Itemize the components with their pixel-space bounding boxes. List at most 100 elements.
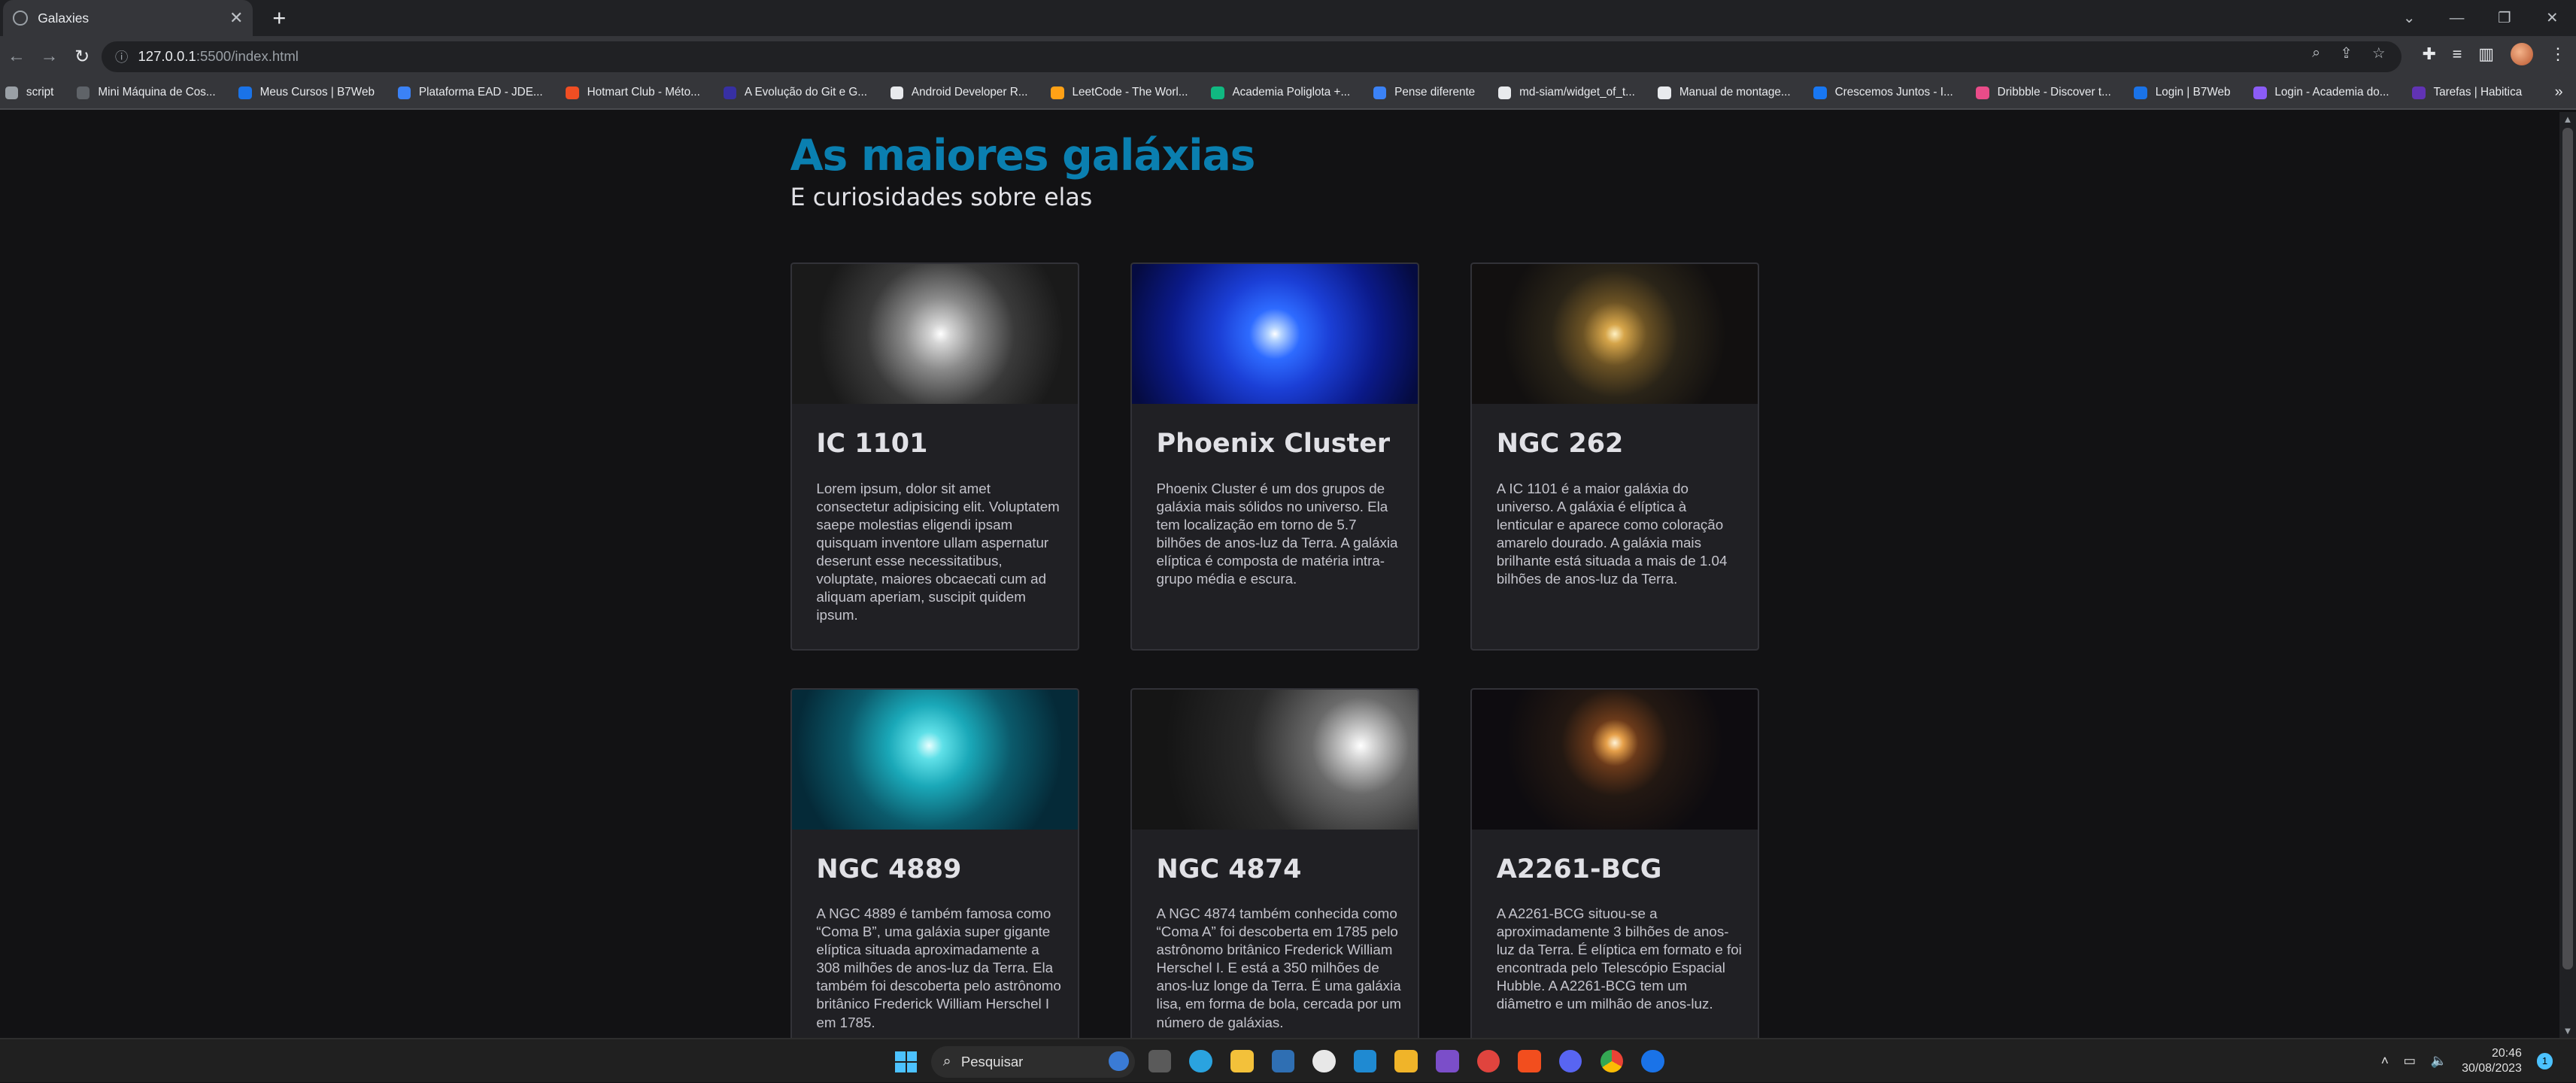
bookmark-item[interactable]: Pense diferente [1373,86,1475,100]
bookmark-favicon-icon [723,86,736,100]
volume-icon[interactable]: 🔈 [2431,1053,2447,1069]
bookmark-item[interactable]: Crescemos Juntos - I... [1813,86,1953,100]
bookmark-favicon-icon [1497,86,1512,100]
galaxy-card: NGC 4874 A NGC 4874 também conhecida com… [1130,688,1420,1039]
tab-title: Galaxies [38,10,90,26]
bookmark-item[interactable]: Hotmart Club - Méto... [566,86,700,100]
tray-overflow-icon[interactable]: ˄ [2381,1053,2389,1069]
bookmark-item[interactable]: Login - Academia do... [2253,86,2389,100]
scroll-down-icon[interactable]: ▼ [2562,1025,2572,1036]
bookmark-favicon-icon [1658,86,1671,100]
scroll-up-icon[interactable]: ▲ [2562,114,2572,125]
galaxy-card: IC 1101 Lorem ipsum, dolor sit amet cons… [790,262,1080,651]
vscode-icon[interactable] [1353,1049,1377,1073]
todo-icon[interactable] [1476,1049,1500,1073]
reading-list-icon[interactable]: ≡ [2453,44,2462,64]
telegram-icon[interactable] [1189,1049,1212,1073]
app-icon[interactable] [1312,1049,1336,1073]
menu-icon[interactable]: ⋮ [2550,44,2566,64]
bookmark-star-icon[interactable]: ☆ [2372,44,2386,62]
browser-tab[interactable]: Galaxies ✕ [3,0,253,37]
galaxy-description: Lorem ipsum, dolor sit amet consectetur … [816,480,1060,623]
restore-icon[interactable]: ❐ [2480,9,2528,27]
galaxy-image [1131,690,1418,830]
galaxy-name: IC 1101 [816,428,928,459]
clock-time: 20:46 [2492,1047,2522,1060]
chrome-icon[interactable] [1600,1049,1624,1073]
close-window-icon[interactable]: ✕ [2529,9,2576,27]
scrollbar-thumb[interactable] [2562,128,2573,969]
bookmark-favicon-icon [1813,86,1827,100]
minimize-icon[interactable]: — [2433,10,2480,27]
display-icon[interactable]: ▭ [2404,1053,2417,1069]
share-icon[interactable]: ⇪ [2340,44,2352,62]
bookmark-item[interactable]: script [5,86,53,100]
bookmark-favicon-icon [1211,86,1224,100]
discord-icon[interactable] [1558,1049,1582,1073]
bookmark-favicon-icon [1051,86,1064,100]
galaxy-card: A2261-BCG A A2261-BCG situou-se a aproxi… [1470,688,1760,1039]
tab-search-icon[interactable]: ⌄ [2386,9,2433,27]
galaxy-name: NGC 4889 [816,854,962,884]
page-title: As maiores galáxias [790,130,1256,180]
bookmark-item[interactable]: md-siam/widget_of_t... [1497,86,1635,100]
url-host: 127.0.0.1 [138,48,196,65]
galaxy-name: Phoenix Cluster [1156,428,1391,459]
bookmark-favicon-icon [1373,86,1387,100]
bookmark-item[interactable]: LeetCode - The Worl... [1051,86,1188,100]
bookmark-item[interactable]: A Evolução do Git e G... [723,86,867,100]
browser-tab-strip: Galaxies ✕ + ⌄ — ❐ ✕ [0,0,2576,37]
bookmark-favicon-icon [77,86,90,100]
bookmark-item[interactable]: Login | B7Web [2134,86,2230,100]
side-panel-icon[interactable]: ▥ [2478,44,2494,64]
close-tab-icon[interactable]: ✕ [229,8,243,28]
url-path: :5500/index.html [196,48,299,65]
figma-icon[interactable] [1518,1049,1541,1073]
site-info-icon[interactable]: ⓘ [115,47,128,66]
task-view-icon[interactable] [1148,1049,1172,1073]
notification-badge[interactable]: 1 [2536,1052,2553,1069]
windows-start-icon[interactable] [895,1051,917,1073]
bookmark-item[interactable]: Tarefas | Habitica [2412,86,2522,100]
bookmark-item[interactable]: Mini Máquina de Cos... [77,86,216,100]
forward-icon[interactable]: → [33,46,66,67]
file-explorer-icon[interactable] [1230,1049,1254,1073]
page-scrollbar[interactable]: ▲ ▼ [2559,111,2576,1039]
search-icon: ⌕ [942,1053,951,1070]
bookmark-favicon-icon [2253,86,2267,100]
address-bar[interactable]: ⓘ 127.0.0.1:5500/index.html ⌕ ⇪ ☆ [102,41,2402,73]
bookmark-favicon-icon [566,86,579,100]
system-tray: ˄ ▭ 🔈 20:46 30/08/2023 1 [2381,1046,2553,1075]
taskbar-search[interactable]: ⌕ Pesquisar [931,1046,1136,1078]
sketch-icon[interactable] [1394,1049,1418,1073]
bookmark-favicon-icon [238,86,252,100]
extensions-icon[interactable]: ✚ [2422,44,2435,64]
more-bookmarks-icon[interactable]: » [2555,83,2563,101]
powershell-icon[interactable] [1271,1049,1295,1073]
visual-studio-icon[interactable] [1436,1049,1459,1073]
galaxy-description: A A2261-BCG situou-se a aproximadamente … [1496,906,1742,1012]
bing-icon[interactable] [1109,1051,1129,1071]
firefox-icon[interactable] [1641,1049,1664,1073]
new-tab-button[interactable]: + [266,5,293,32]
bookmark-item[interactable]: Academia Poliglota +... [1211,86,1350,100]
globe-icon [13,11,29,26]
page-viewport: As maiores galáxias E curiosidades sobre… [0,111,2560,1039]
profile-avatar[interactable] [2510,42,2534,66]
os-taskbar: ⌕ Pesquisar ˄ ▭ 🔈 20:46 30/08/2023 1 [0,1038,2576,1083]
galaxy-image [791,264,1078,405]
window-controls: ⌄ — ❐ ✕ [2386,0,2576,36]
zoom-icon[interactable]: ⌕ [2312,44,2320,62]
back-icon[interactable]: ← [0,46,33,67]
bookmark-item[interactable]: Manual de montage... [1658,86,1791,100]
bookmark-item[interactable]: Dribbble - Discover t... [1976,86,2111,100]
bookmark-favicon-icon [1976,86,1989,100]
page-subtitle: E curiosidades sobre elas [790,184,1093,211]
galaxy-description: A NGC 4889 é também famosa como “Coma B”… [816,906,1061,1030]
galaxy-image [791,690,1078,830]
bookmark-item[interactable]: Meus Cursos | B7Web [238,86,375,100]
bookmark-item[interactable]: Plataforma EAD - JDE... [397,86,543,100]
bookmark-item[interactable]: Android Developer R... [890,86,1028,100]
clock[interactable]: 20:46 30/08/2023 [2462,1046,2522,1075]
reload-icon[interactable]: ↻ [65,46,99,68]
